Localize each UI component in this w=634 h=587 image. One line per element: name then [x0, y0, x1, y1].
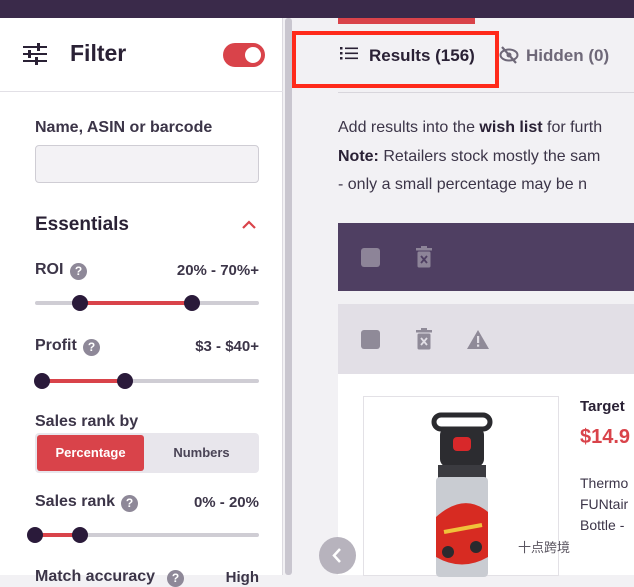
note-label: Note:: [338, 148, 379, 165]
eye-slash-icon: [499, 46, 519, 64]
roi-slider-max-handle[interactable]: [183, 295, 200, 311]
sales-rank-range-value: 0% - 20%: [193, 494, 259, 511]
bulk-actions-bar: [338, 223, 634, 291]
filter-toggle[interactable]: [223, 43, 265, 67]
numbers-option[interactable]: Numbers: [146, 435, 257, 471]
watermark: 十点跨境: [518, 540, 571, 555]
warning-icon[interactable]: [466, 329, 490, 350]
sales-rank-help-icon[interactable]: ?: [121, 495, 138, 512]
store-name: Target: [580, 398, 625, 415]
sidebar-scrollbar[interactable]: [285, 18, 292, 575]
name-asin-label: Name, ASIN or barcode: [35, 119, 213, 136]
sales-rank-label: Sales rank: [35, 493, 116, 510]
roi-label: ROI: [35, 261, 64, 278]
sales-rank-slider-min-handle[interactable]: [27, 527, 43, 543]
info-line-2-text: Retailers stock mostly the sam: [378, 148, 601, 165]
chevron-up-icon[interactable]: [240, 218, 258, 232]
match-accuracy-value: High: [225, 569, 259, 586]
toggle-knob: [245, 47, 261, 63]
filter-sliders-icon[interactable]: [22, 43, 48, 65]
roi-slider-min-handle[interactable]: [71, 295, 88, 311]
sales-rank-slider-max-handle[interactable]: [71, 527, 88, 543]
sales-rank-slider[interactable]: [27, 527, 259, 543]
red-strip: [338, 18, 475, 24]
tab-hidden[interactable]: Hidden (0): [526, 46, 609, 66]
product-desc-line: FUNtair: [580, 496, 629, 512]
profit-slider-max-handle[interactable]: [116, 373, 133, 389]
info-line-1-post: for furth: [542, 119, 603, 136]
product-card-header: [338, 304, 634, 374]
info-line-1-pre: Add results into the: [338, 119, 480, 136]
wish-list-link[interactable]: wish list: [479, 119, 542, 136]
filter-header: Filter: [0, 18, 283, 92]
percentage-option[interactable]: Percentage: [37, 435, 144, 471]
info-line-3: - only a small percentage may be n: [338, 176, 588, 193]
sales-rank-by-segmented: Percentage Numbers: [35, 433, 259, 473]
roi-slider[interactable]: [35, 295, 259, 311]
collapse-sidebar-button[interactable]: [319, 537, 356, 574]
trash-icon[interactable]: [416, 246, 432, 268]
profit-range-value: $3 - $40+: [195, 338, 259, 355]
essentials-title[interactable]: Essentials: [35, 214, 129, 236]
results-tab-highlight: [292, 31, 499, 88]
product-checkbox[interactable]: [361, 330, 380, 349]
match-accuracy-label: Match accuracy: [35, 568, 156, 585]
profit-label: Profit: [35, 337, 77, 354]
profit-slider-min-handle[interactable]: [33, 373, 50, 389]
sales-rank-by-label: Sales rank by: [35, 413, 139, 430]
profit-slider-fill: [41, 379, 125, 383]
top-bar: [0, 0, 634, 18]
chevron-left-icon: [332, 548, 341, 563]
name-asin-input[interactable]: [35, 145, 259, 183]
info-line-2: Note: Retailers stock mostly the sam: [338, 148, 600, 166]
match-accuracy-help-icon[interactable]: ?: [167, 570, 184, 587]
roi-slider-fill: [79, 301, 192, 305]
product-desc-line: Thermo: [580, 475, 629, 491]
roi-help-icon[interactable]: ?: [70, 263, 87, 280]
product-desc-line: Bottle -: [580, 517, 625, 533]
profit-slider[interactable]: [33, 373, 259, 389]
product-price: $14.9: [580, 426, 631, 448]
product-card: Target $14.9 Thermo FUNtair Bottle -: [338, 374, 634, 577]
filter-title: Filter: [70, 40, 127, 66]
trash-icon[interactable]: [416, 328, 432, 350]
profit-help-icon[interactable]: ?: [83, 339, 100, 356]
filter-sidebar: Filter Name, ASIN or barcode Essentials …: [0, 18, 283, 587]
select-all-checkbox[interactable]: [361, 248, 380, 267]
tabs-divider: [338, 92, 634, 93]
info-line-1: Add results into the wish list for furth: [338, 119, 602, 137]
results-panel: Results (156) Hidden (0) Add results int…: [292, 18, 634, 577]
roi-range-value: 20% - 70%+: [176, 262, 259, 279]
